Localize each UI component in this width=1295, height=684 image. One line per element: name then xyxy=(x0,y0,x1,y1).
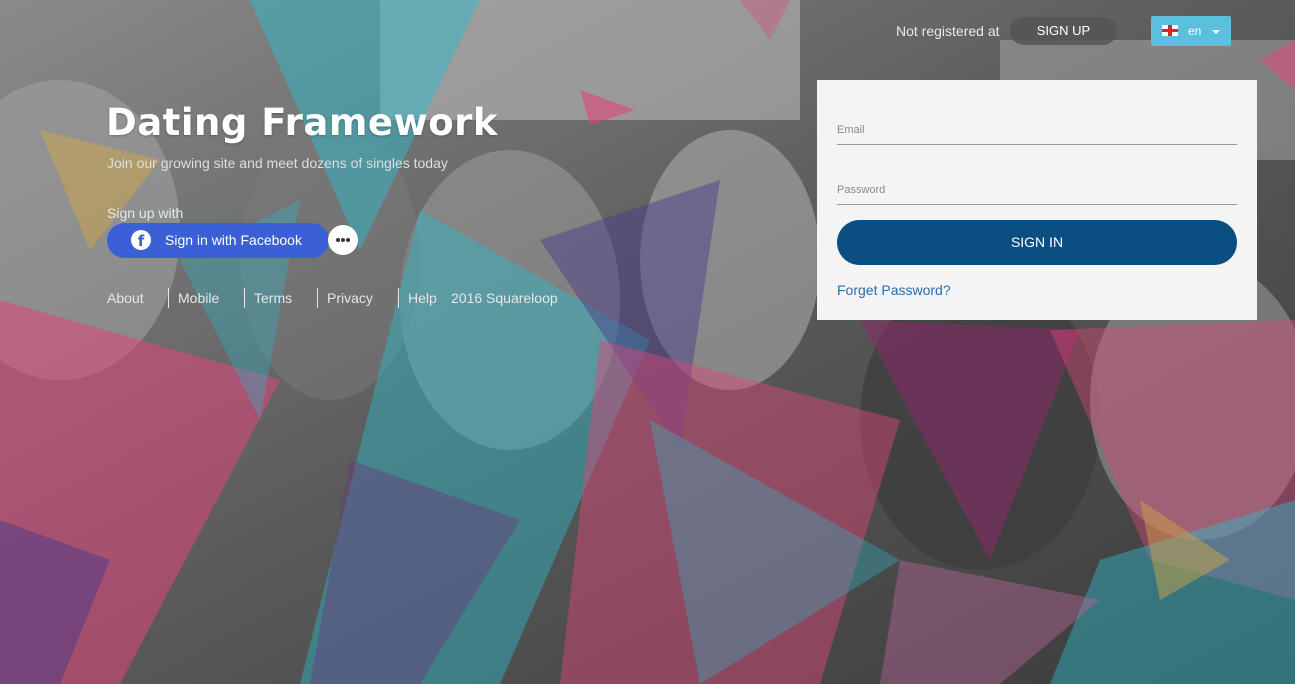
forgot-password-link[interactable]: Forget Password? xyxy=(837,282,951,298)
divider xyxy=(168,288,169,308)
signin-button[interactable]: SIGN IN xyxy=(837,220,1237,265)
footer-link-privacy[interactable]: Privacy xyxy=(327,290,373,306)
more-options-button[interactable] xyxy=(328,225,358,255)
login-panel: Email Password SIGN IN Forget Password? xyxy=(817,80,1257,320)
site-subtitle: Join our growing site and meet dozens of… xyxy=(107,155,448,171)
site-title: Dating Framework xyxy=(106,101,498,144)
footer-link-about[interactable]: About xyxy=(107,290,144,306)
email-underline xyxy=(837,144,1237,145)
divider xyxy=(244,288,245,308)
caret-down-icon xyxy=(1212,30,1220,34)
footer-link-mobile[interactable]: Mobile xyxy=(178,290,219,306)
more-options-icon xyxy=(336,238,340,242)
not-registered-text: Not registered at xyxy=(896,23,1000,39)
landing-page: Not registered at SIGN UP en Dating Fram… xyxy=(0,0,1295,684)
language-code: en xyxy=(1188,24,1202,38)
email-field[interactable] xyxy=(837,122,1237,142)
facebook-icon: f xyxy=(131,230,151,250)
signup-with-label: Sign up with xyxy=(107,205,184,221)
signup-button[interactable]: SIGN UP xyxy=(1010,17,1117,45)
footer-link-help[interactable]: Help xyxy=(408,290,437,306)
password-underline xyxy=(837,204,1237,205)
facebook-signin-label: Sign in with Facebook xyxy=(165,232,302,248)
divider xyxy=(398,288,399,308)
footer-link-terms[interactable]: Terms xyxy=(254,290,292,306)
password-field[interactable] xyxy=(837,182,1237,202)
england-flag-icon xyxy=(1162,25,1178,36)
copyright-text: 2016 Squareloop xyxy=(451,290,558,306)
language-selector[interactable]: en xyxy=(1151,16,1231,46)
divider xyxy=(317,288,318,308)
facebook-signin-button[interactable]: f Sign in with Facebook xyxy=(107,223,329,258)
